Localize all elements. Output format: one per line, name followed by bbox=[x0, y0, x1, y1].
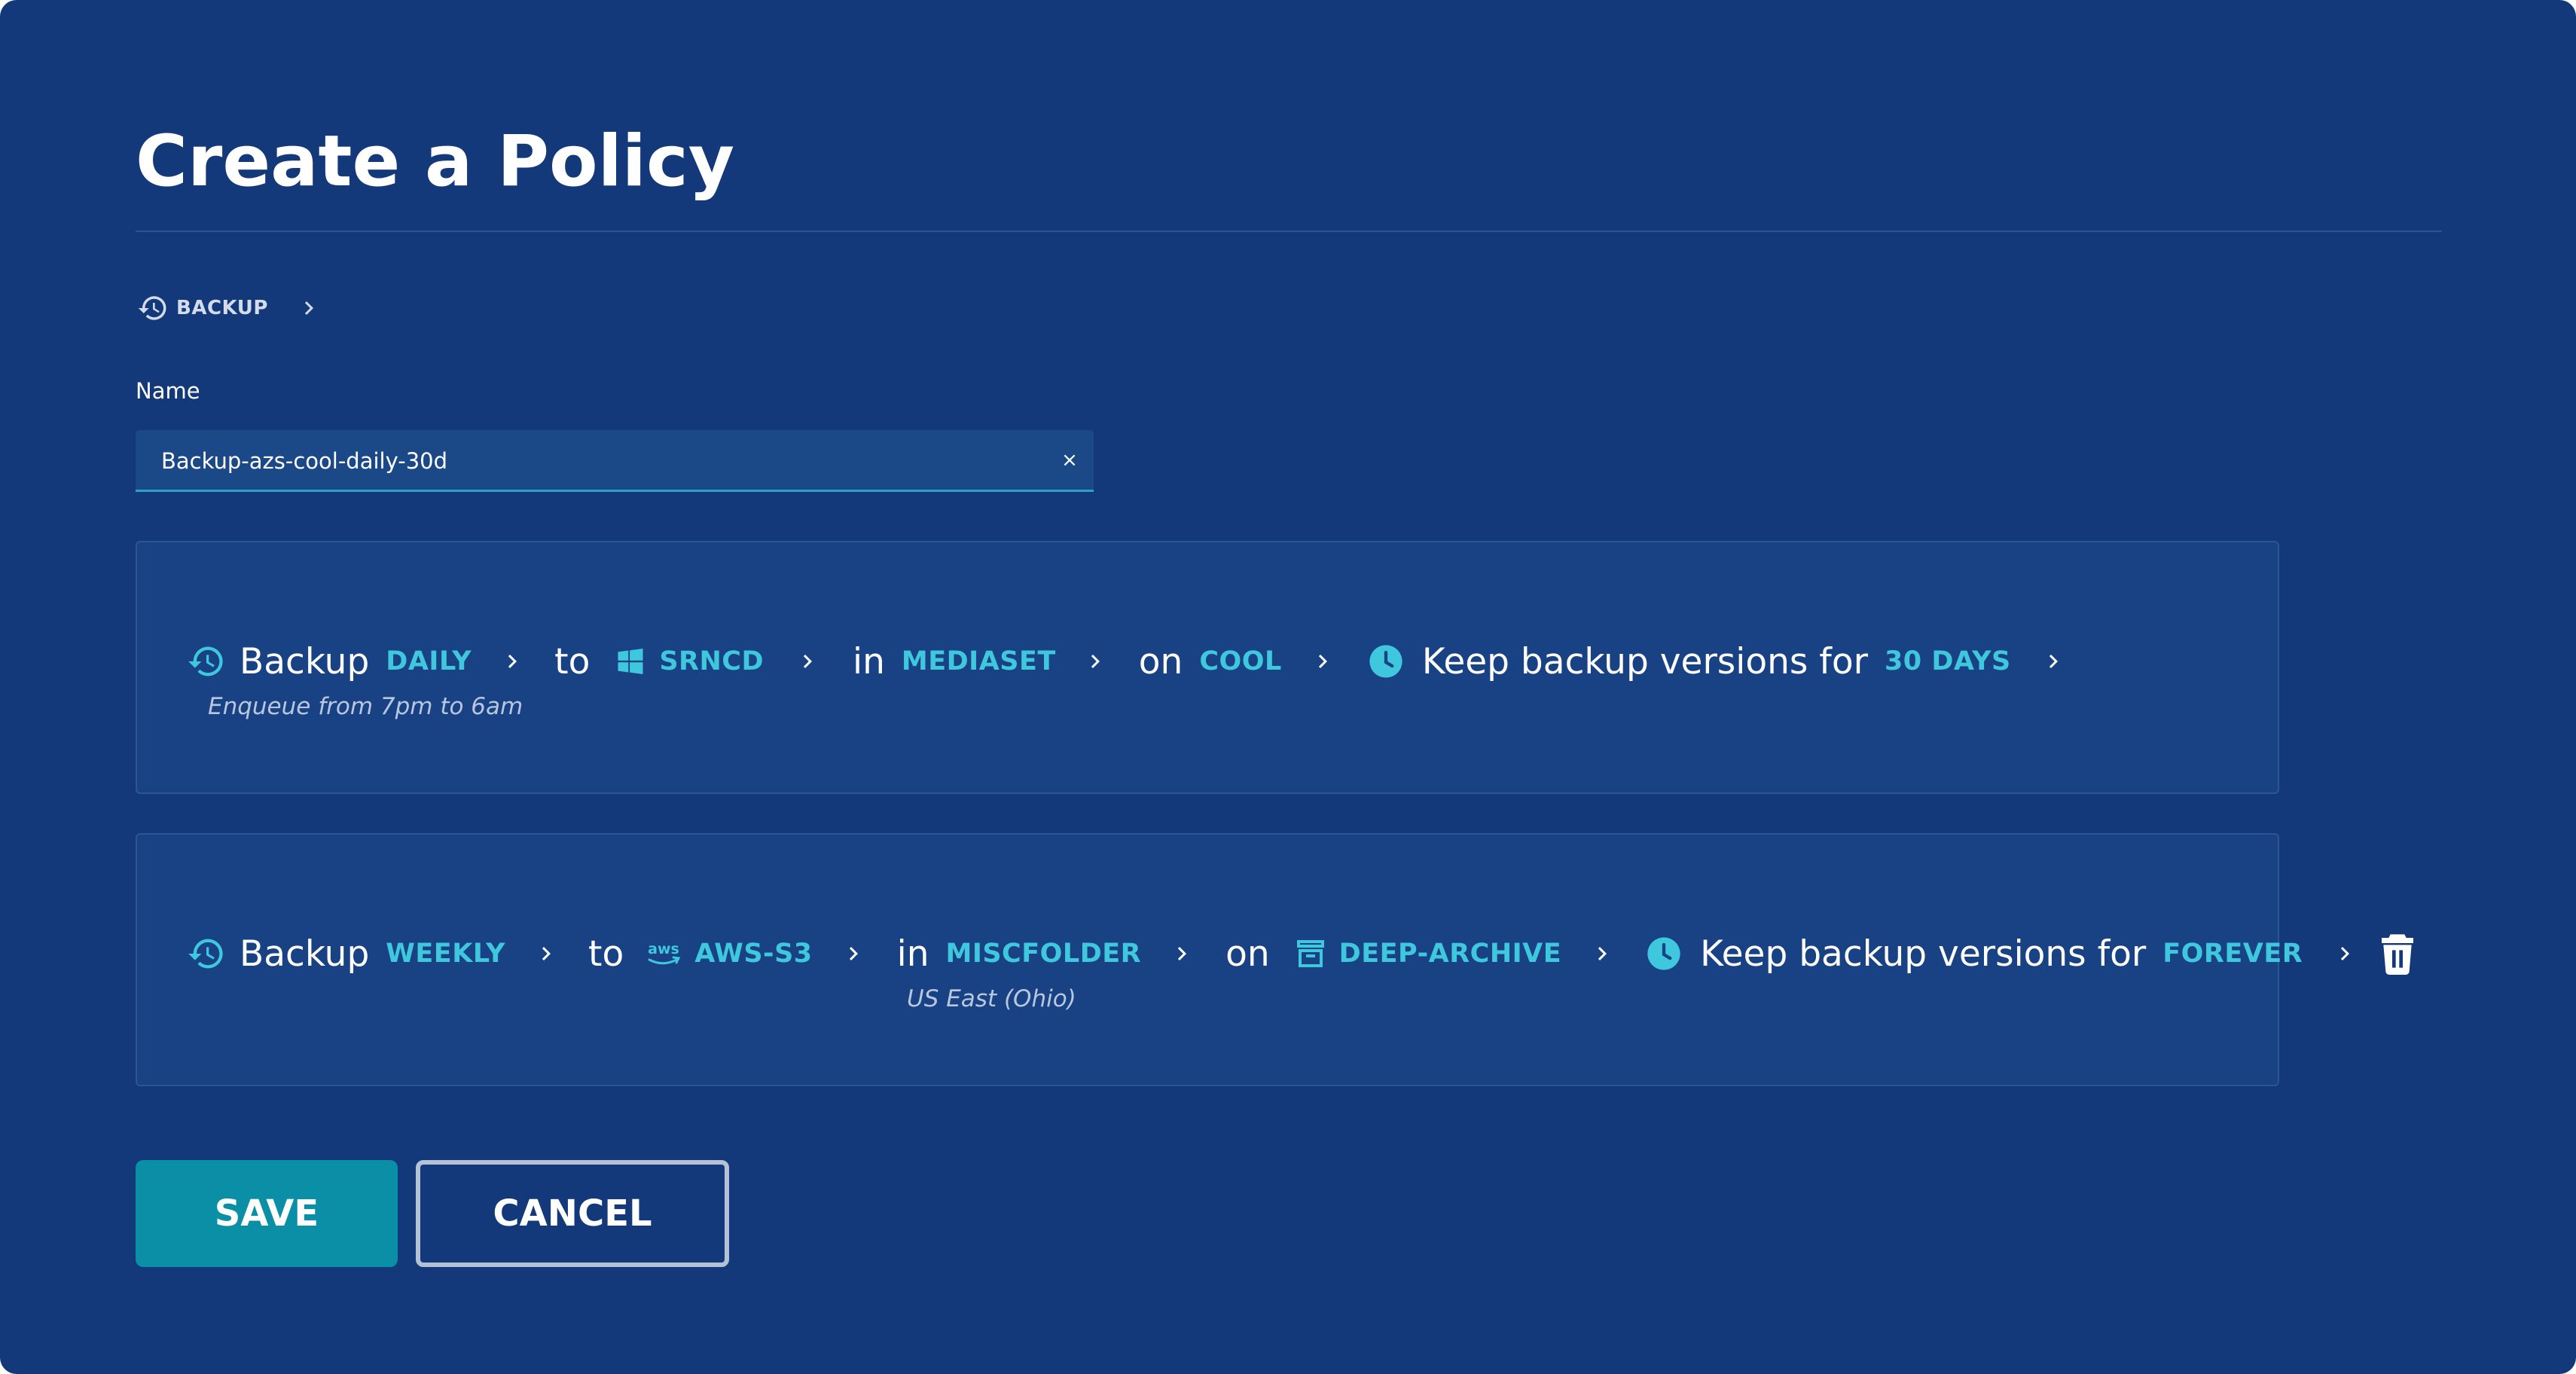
in-word: in bbox=[853, 640, 885, 682]
name-input[interactable] bbox=[160, 430, 1029, 491]
backup-word: Backup bbox=[240, 640, 370, 682]
windows-icon bbox=[614, 645, 647, 678]
destination-value[interactable]: SRNCD bbox=[659, 646, 764, 676]
policy-card-2: Backup WEEKLY to aws AWS-S3 in MISCFOLDE… bbox=[136, 833, 2350, 1086]
folder-value[interactable]: MEDIASET bbox=[902, 646, 1056, 676]
chevron-right-icon[interactable] bbox=[2331, 940, 2358, 967]
trash-icon[interactable] bbox=[2379, 933, 2416, 975]
create-policy-page: Create a Policy BACKUP Name × Backup DAI… bbox=[0, 0, 2576, 1374]
save-button[interactable]: SAVE bbox=[136, 1160, 398, 1267]
backup-word: Backup bbox=[240, 933, 370, 975]
folder-value[interactable]: MISCFOLDER bbox=[946, 939, 1142, 969]
title-divider bbox=[136, 231, 2442, 232]
policy-card-1: Backup DAILY to SRNCD in MEDIASET on COO… bbox=[136, 541, 2279, 794]
chevron-right-icon[interactable] bbox=[1589, 940, 1616, 967]
retention-value[interactable]: FOREVER bbox=[2162, 939, 2303, 969]
backup-history-icon bbox=[187, 642, 226, 681]
policy-rule-2: Backup WEEKLY to aws AWS-S3 in MISCFOLDE… bbox=[187, 916, 2358, 991]
tier-value[interactable]: COOL bbox=[1199, 646, 1282, 676]
chevron-right-icon[interactable] bbox=[1082, 648, 1109, 675]
tier-value[interactable]: DEEP-ARCHIVE bbox=[1339, 939, 1561, 969]
breadcrumb-backup[interactable]: BACKUP bbox=[137, 289, 322, 327]
backup-history-icon bbox=[137, 292, 169, 324]
chevron-right-icon[interactable] bbox=[794, 648, 821, 675]
chevron-right-icon bbox=[295, 295, 322, 322]
on-word: on bbox=[1225, 933, 1270, 975]
clear-name-button[interactable]: × bbox=[1053, 444, 1086, 477]
to-word: to bbox=[588, 933, 624, 975]
clock-icon bbox=[1366, 642, 1406, 681]
page-title: Create a Policy bbox=[136, 121, 735, 203]
retention-value[interactable]: 30 DAYS bbox=[1885, 646, 2011, 676]
cancel-button[interactable]: CANCEL bbox=[416, 1160, 729, 1267]
chevron-right-icon[interactable] bbox=[2040, 648, 2067, 675]
chevron-right-icon[interactable] bbox=[1309, 648, 1336, 675]
svg-text:aws: aws bbox=[648, 941, 679, 957]
frequency-value[interactable]: DAILY bbox=[386, 646, 472, 676]
policy-rule-1: Backup DAILY to SRNCD in MEDIASET on COO… bbox=[187, 624, 2067, 699]
clock-icon bbox=[1644, 934, 1683, 973]
on-word: on bbox=[1138, 640, 1183, 682]
schedule-note: Enqueue from 7pm to 6am bbox=[208, 693, 523, 720]
in-word: in bbox=[896, 933, 929, 975]
chevron-right-icon[interactable] bbox=[533, 940, 560, 967]
keep-versions-label: Keep backup versions for bbox=[1700, 933, 2147, 975]
frequency-value[interactable]: WEEKLY bbox=[386, 939, 505, 969]
archive-box-icon bbox=[1293, 936, 1329, 972]
name-field-label: Name bbox=[136, 378, 200, 404]
keep-versions-label: Keep backup versions for bbox=[1421, 640, 1868, 682]
region-note: US East (Ohio) bbox=[907, 985, 1076, 1012]
name-field: × bbox=[136, 430, 1094, 492]
chevron-right-icon[interactable] bbox=[499, 648, 526, 675]
to-word: to bbox=[554, 640, 591, 682]
breadcrumb-label: BACKUP bbox=[176, 297, 268, 319]
destination-value[interactable]: AWS-S3 bbox=[694, 939, 812, 969]
backup-history-icon bbox=[187, 934, 226, 973]
chevron-right-icon[interactable] bbox=[1168, 940, 1195, 967]
aws-icon: aws bbox=[643, 937, 684, 970]
chevron-right-icon[interactable] bbox=[840, 940, 867, 967]
